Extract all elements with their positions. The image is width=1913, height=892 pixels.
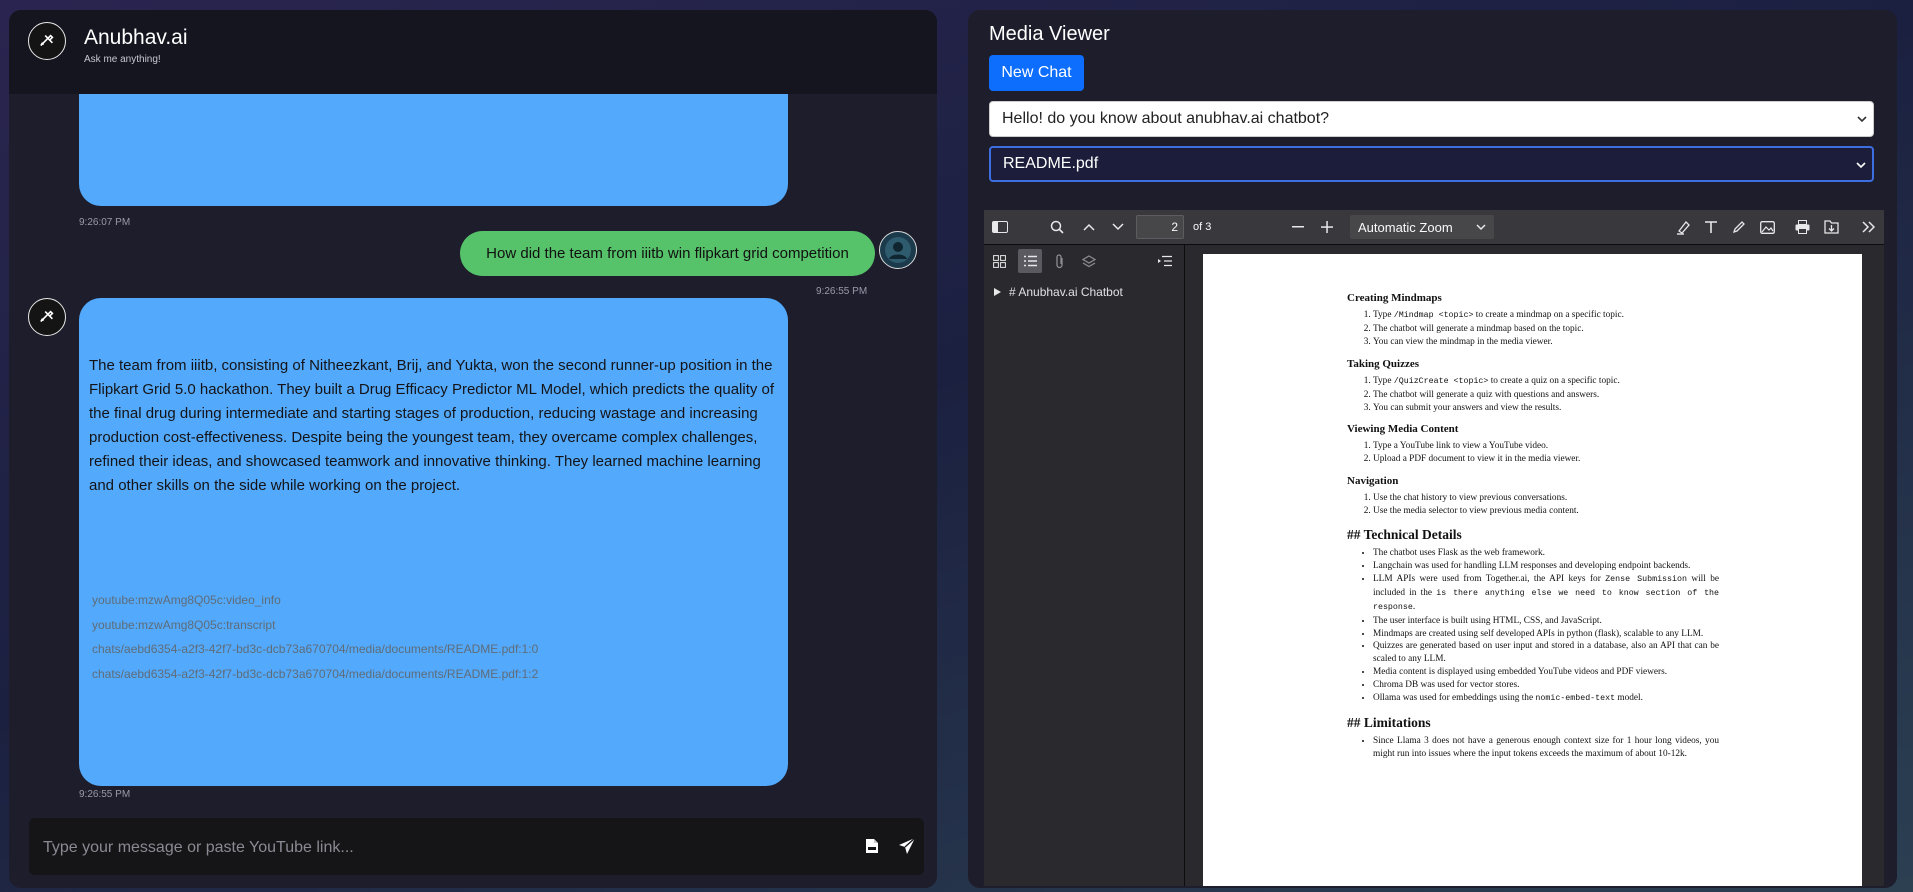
sidebar-toggle-icon[interactable] <box>990 218 1010 236</box>
pdf-page: Creating Mindmaps Type /Mindmap <topic> … <box>1203 254 1862 886</box>
message-timestamp: 9:26:55 PM <box>79 789 131 800</box>
bot-message-bubble: The team from iiitb, consisting of Nithe… <box>79 298 788 786</box>
list-item: Use the media selector to view previous … <box>1373 505 1719 518</box>
chevron-down-icon <box>1476 224 1486 231</box>
message-list[interactable]: 9:26:07 PM How did the team from iiitb w… <box>9 94 937 807</box>
section-heading: Viewing Media Content <box>1347 423 1459 436</box>
list-item: Langchain was used for handling LLM resp… <box>1373 560 1719 573</box>
list-item: Mindmaps are created using self develope… <box>1373 628 1719 641</box>
chevron-down-icon <box>1856 162 1866 169</box>
media-select[interactable]: README.pdf <box>989 146 1874 182</box>
list-item: The chatbot uses Flask as the web framew… <box>1373 547 1719 560</box>
section-heading: Creating Mindmaps <box>1347 292 1442 304</box>
source-reference: youtube:mzwAmg8Q05c:transcript <box>92 617 276 632</box>
list-item: The user interface is built using HTML, … <box>1373 615 1719 628</box>
user-avatar-icon <box>879 231 917 269</box>
attachments-icon[interactable] <box>1051 252 1069 270</box>
bot-avatar-icon <box>28 298 66 336</box>
search-icon[interactable] <box>1048 218 1066 236</box>
source-reference: youtube:mzwAmg8Q05c:video_info <box>92 593 281 607</box>
section-heading: ## Technical Details <box>1347 527 1462 543</box>
text-icon[interactable] <box>1702 218 1720 236</box>
image-icon[interactable] <box>1758 218 1776 236</box>
list-item: Since Llama 3 does not have a generous e… <box>1373 735 1719 761</box>
chat-header: Anubhav.ai Ask me anything! <box>9 10 937 94</box>
source-references: youtube:mzwAmg8Q05c:video_info youtube:m… <box>92 588 538 686</box>
zoom-select-value: Automatic Zoom <box>1358 219 1453 235</box>
layers-icon[interactable] <box>1080 252 1098 270</box>
list-item: Use the chat history to view previous co… <box>1373 492 1719 505</box>
pdf-toolbar: of 3 Automatic Zoom <box>984 210 1884 245</box>
pdf-page-content: Creating Mindmaps Type /Mindmap <topic> … <box>1347 292 1719 770</box>
thumbnails-icon[interactable] <box>990 252 1008 270</box>
app-subtitle: Ask me anything! <box>84 54 161 65</box>
list-item: The chatbot will generate a quiz with qu… <box>1373 389 1719 402</box>
media-select-value: README.pdf <box>1003 155 1099 172</box>
outline-icon[interactable] <box>1018 249 1042 273</box>
chevron-down-icon <box>1857 116 1867 123</box>
list-item: Upload a PDF document to view it in the … <box>1373 453 1719 466</box>
list-item: LLM APIs were used from Together.ai, the… <box>1373 573 1719 615</box>
bot-avatar-icon <box>28 22 66 60</box>
list-item: Media content is displayed using embedde… <box>1373 666 1719 679</box>
chevron-down-icon[interactable] <box>1109 218 1127 236</box>
list-item: Ollama was used for embeddings using the… <box>1373 692 1719 706</box>
message-timestamp: 9:26:07 PM <box>79 217 131 228</box>
chevron-up-icon[interactable] <box>1080 218 1098 236</box>
list-item: You can view the mindmap in the media vi… <box>1373 336 1719 349</box>
pdf-upload-icon[interactable] <box>860 834 884 858</box>
user-message-bubble: How did the team from iiitb win flipkart… <box>460 231 875 276</box>
page-count: of 3 <box>1193 221 1212 233</box>
page-number-input[interactable] <box>1136 215 1184 239</box>
draw-icon[interactable] <box>1730 218 1748 236</box>
send-icon[interactable] <box>895 834 919 858</box>
message-input[interactable] <box>41 818 825 877</box>
app-title: Anubhav.ai <box>84 26 188 49</box>
pdf-viewer: of 3 Automatic Zoom <box>984 210 1884 886</box>
list-item: The chatbot will generate a mindmap base… <box>1373 323 1719 336</box>
section-heading: ## Limitations <box>1347 714 1431 730</box>
media-viewer-title: Media Viewer <box>989 23 1110 45</box>
bot-message-bubble <box>79 94 788 206</box>
chat-panel: Anubhav.ai Ask me anything! 9:26:07 PM H… <box>9 10 937 888</box>
list-item: Chroma DB was used for vector stores. <box>1373 679 1719 692</box>
zoom-select[interactable]: Automatic Zoom <box>1350 215 1494 239</box>
list-item: Quizzes are generated based on user inpu… <box>1373 640 1719 666</box>
section-heading: Navigation <box>1347 475 1399 488</box>
list-item: Type /Mindmap <topic> to create a mindma… <box>1373 309 1719 323</box>
tools-icon[interactable] <box>1859 218 1877 236</box>
outline-item-label: # Anubhav.ai Chatbot <box>1009 285 1123 299</box>
sidebar-tools <box>984 245 1184 275</box>
media-panel: Media Viewer New Chat Hello! do you know… <box>968 10 1897 888</box>
chat-select-value: Hello! do you know about anubhav.ai chat… <box>1002 110 1330 127</box>
new-chat-button[interactable]: New Chat <box>989 55 1084 91</box>
print-icon[interactable] <box>1793 218 1811 236</box>
save-icon[interactable] <box>1822 218 1840 236</box>
chat-select[interactable]: Hello! do you know about anubhav.ai chat… <box>989 101 1874 137</box>
current-outline-icon[interactable] <box>1156 252 1174 270</box>
list-item: Type /QuizCreate <topic> to create a qui… <box>1373 375 1719 389</box>
section-heading: Taking Quizzes <box>1347 357 1420 370</box>
message-input-bar <box>29 818 924 877</box>
highlight-icon[interactable] <box>1674 218 1692 236</box>
plus-icon[interactable] <box>1318 218 1336 236</box>
bot-answer-text: The team from iiitb, consisting of Nithe… <box>89 357 775 494</box>
list-item: Type a YouTube link to view a YouTube vi… <box>1373 440 1719 453</box>
minus-icon[interactable] <box>1289 218 1307 236</box>
message-timestamp: 9:26:55 PM <box>816 286 868 297</box>
list-item: You can submit your answers and view the… <box>1373 402 1719 415</box>
pdf-sidebar: # Anubhav.ai Chatbot <box>984 245 1185 886</box>
expand-icon[interactable] <box>994 288 1001 296</box>
source-reference: chats/aebd6354-a2f3-42f7-bd3c-dcb73a6707… <box>92 666 539 681</box>
source-reference: chats/aebd6354-a2f3-42f7-bd3c-dcb73a6707… <box>92 642 539 656</box>
outline-item[interactable]: # Anubhav.ai Chatbot <box>994 285 1123 299</box>
